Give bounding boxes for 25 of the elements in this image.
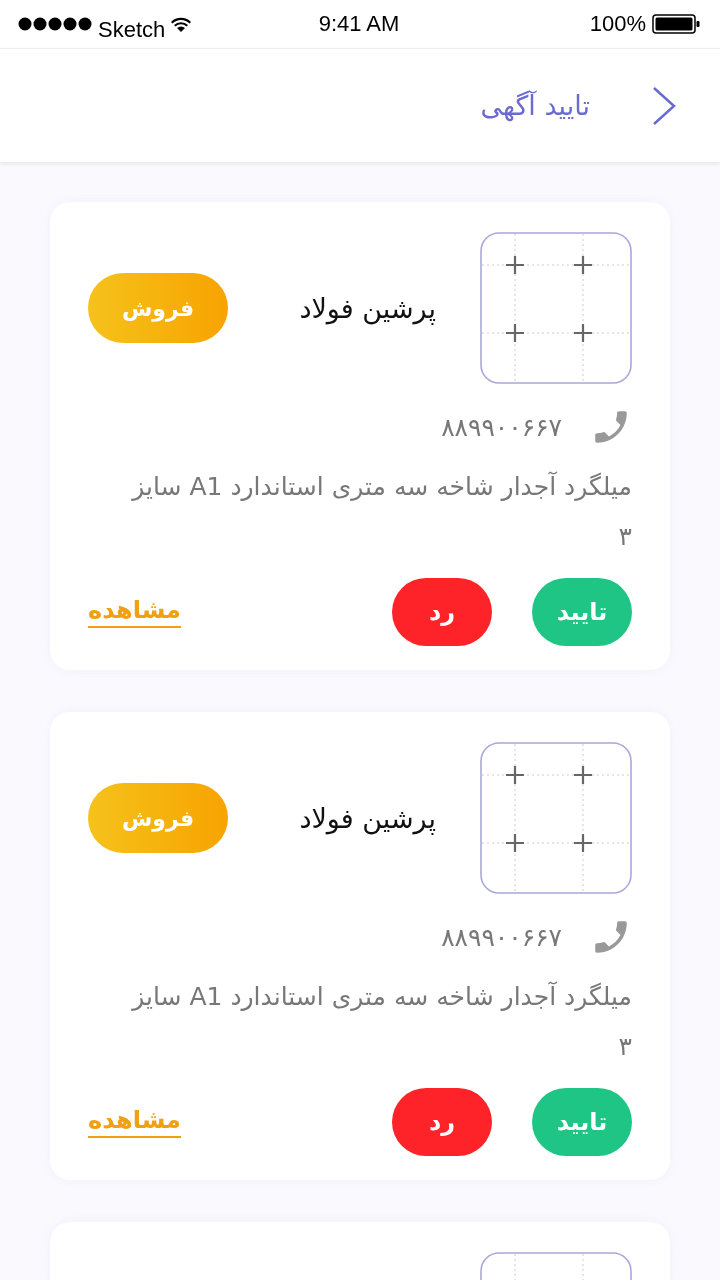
listing-description: میلگرد آجدار شاخه سه متری استاندارد A1 سایز ۳ [132, 980, 632, 1063]
approve-button[interactable]: تایید [532, 1088, 632, 1156]
view-link[interactable]: مشاهده [88, 596, 181, 628]
reject-button[interactable]: رد [392, 578, 492, 646]
phone-number: ۸۸۹۹۰۰۶۶۷ [441, 922, 562, 952]
carrier-name: Sketch [98, 17, 166, 43]
image-placeholder-icon [480, 232, 632, 384]
phone-number: ۸۸۹۹۰۰۶۶۷ [441, 412, 562, 442]
battery-percent: 100% [589, 11, 646, 37]
wifi-icon [169, 15, 194, 33]
listing-description: میلگرد آجدار شاخه سه متری استاندارد A1 سایز ۳ [132, 470, 632, 553]
sale-badge: فروش [88, 783, 228, 853]
reject-button[interactable]: رد [392, 1088, 492, 1156]
image-placeholder-icon [480, 1252, 632, 1280]
chevron-right-icon[interactable] [652, 85, 676, 126]
view-link[interactable]: مشاهده [88, 1106, 181, 1138]
status-time: 9:41 AM [318, 11, 400, 37]
signal-icon [18, 17, 92, 31]
company-name: پرشین فولاد [299, 802, 436, 834]
image-placeholder-icon [480, 742, 632, 894]
page-title: تایید آگهی [480, 90, 590, 121]
battery-icon [652, 14, 700, 34]
approve-button[interactable]: تایید [532, 578, 632, 646]
sale-badge: فروش [88, 273, 228, 343]
company-name: پرشین فولاد [299, 292, 436, 324]
